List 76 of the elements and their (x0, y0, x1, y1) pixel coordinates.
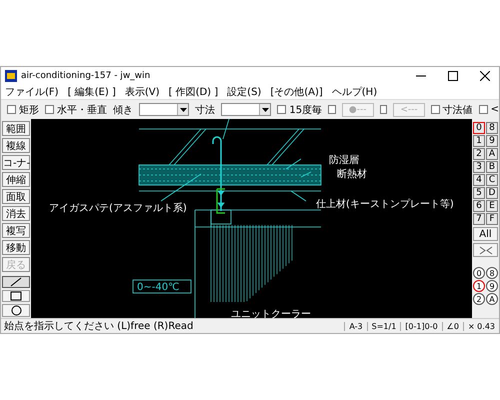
close-icon (480, 71, 490, 81)
status-field: A-3 (344, 322, 367, 330)
checkbox[interactable] (380, 105, 388, 114)
menu-item[interactable]: ヘルプ(H) (332, 85, 378, 99)
drawing-label: アイガスパテ(アスファルト系) (49, 203, 187, 214)
drawing-label: 防湿層 (329, 155, 359, 166)
maximize-icon (448, 71, 458, 81)
all-layers-button[interactable]: All (473, 227, 498, 241)
circle-tool-icon (10, 305, 22, 316)
tool-button[interactable]: 移動 (2, 240, 30, 255)
status-field: ∠0 (442, 322, 463, 330)
draw-tool-button[interactable] (2, 304, 30, 317)
menu-item[interactable]: [ 作図(D) ] (168, 85, 218, 99)
layer-group-button[interactable]: 1 (473, 280, 485, 292)
dropdown[interactable] (139, 103, 190, 116)
tool-button[interactable]: 複写 (2, 223, 30, 238)
status-field: × 0.43 (462, 322, 499, 330)
draw-tool-button[interactable] (2, 290, 30, 302)
layer-button[interactable]: 0 (473, 122, 485, 134)
layer-button[interactable]: 3 (473, 161, 485, 173)
layer-button[interactable]: E (486, 200, 498, 212)
layer-button[interactable]: 8 (486, 122, 498, 134)
layer-button[interactable]: 7 (473, 213, 485, 225)
layer-button[interactable]: B (486, 161, 498, 173)
layer-button[interactable]: 2 (473, 148, 485, 160)
tool-button[interactable]: 面取 (2, 189, 30, 204)
rectangle-tool-icon (10, 291, 22, 301)
line-tool-icon (10, 277, 22, 287)
dropdown-label: 傾き (113, 104, 133, 116)
layer-button[interactable]: F (486, 213, 498, 225)
drawing-canvas[interactable]: 防湿層 断熱材 アイガスパテ(アスファルト系) 仕上材(キーストンプレート等) 0~-40℃ ユニットクーラー (31, 119, 472, 318)
layer-button[interactable]: 6 (473, 200, 485, 212)
layer-button[interactable]: 4 (473, 174, 485, 186)
dropdown-arrow-icon (180, 108, 187, 112)
layer-button[interactable]: C (486, 174, 498, 186)
menu-item[interactable]: [その他(A)] (270, 85, 323, 99)
tool-button[interactable]: コ-ナ- (2, 155, 30, 170)
clear-icon (478, 246, 492, 254)
checkbox[interactable]: 矩形 (7, 102, 39, 116)
layer-button[interactable]: 9 (486, 135, 498, 147)
window-title: air-conditioning-157 - jw_win (21, 71, 152, 81)
status-message: 始点を指示してください (L)free (R)Read (3, 320, 194, 333)
layer-group-button[interactable]: 8 (486, 267, 498, 279)
layer-group-button[interactable]: 0 (473, 267, 485, 279)
status-field: [0-1]0-0 (400, 322, 442, 330)
dropdown[interactable] (221, 103, 272, 116)
drawing-label: 断熱材 (337, 169, 367, 180)
layer-button[interactable]: A (486, 148, 498, 160)
clear-layers-button[interactable] (473, 243, 498, 257)
app-icon (5, 70, 17, 82)
checkbox[interactable]: 15度毎 (277, 102, 322, 116)
tool-button[interactable]: 複線 (2, 138, 30, 153)
drawing-label: ユニットクーラー (231, 309, 311, 318)
checkbox[interactable]: < (478, 104, 499, 115)
drawing-label: 仕上材(キーストンプレート等) (316, 199, 454, 210)
layer-button[interactable]: 1 (473, 135, 485, 147)
drawing-label: 0~-40℃ (137, 282, 180, 293)
layer-group-button[interactable]: 2 (473, 293, 485, 305)
checkbox[interactable]: 寸法値 (430, 102, 473, 116)
menu-item[interactable]: ファイル(F) (5, 85, 59, 99)
checkbox[interactable] (328, 105, 336, 114)
tool-button[interactable]: 消去 (2, 206, 30, 221)
dropdown-label: 寸法 (195, 104, 216, 116)
menu-item[interactable]: [ 編集(E) ] (68, 85, 116, 99)
layer-button[interactable]: D (486, 187, 498, 199)
status-field: S=1/1 (366, 322, 400, 330)
layer-group-button[interactable]: 9 (486, 280, 498, 292)
layer-group-button[interactable]: A (486, 293, 498, 305)
dropdown-arrow-icon (262, 108, 269, 112)
tool-button[interactable]: 伸縮 (2, 172, 30, 187)
draw-tool-button[interactable] (2, 276, 30, 288)
layer-button[interactable]: 5 (473, 187, 485, 199)
tool-button[interactable]: 範囲 (2, 121, 30, 136)
menu-item[interactable]: 表示(V) (124, 85, 160, 99)
menu-item[interactable]: 設定(S) (227, 85, 262, 99)
checkbox[interactable]: 水平・垂直 (45, 102, 107, 116)
